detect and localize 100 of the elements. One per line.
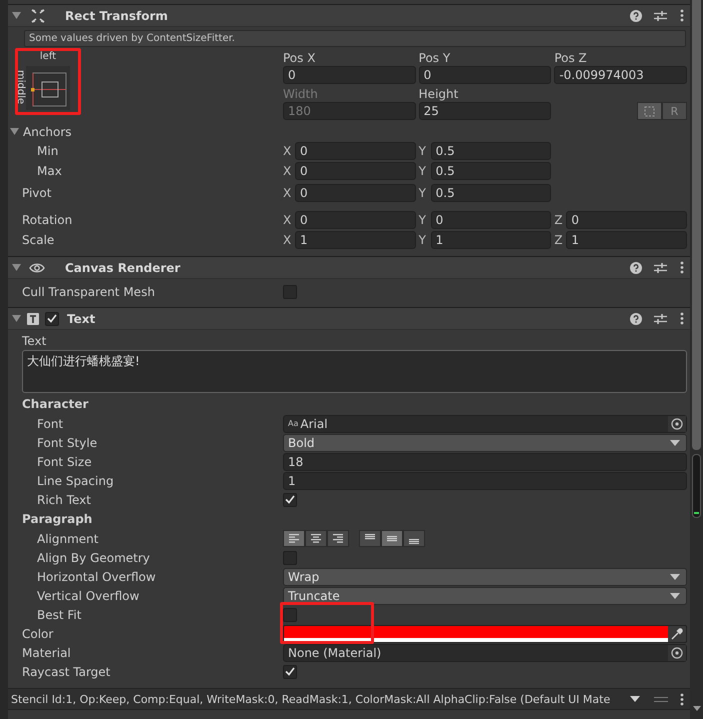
align-horizontal-button[interactable] — [305, 530, 327, 547]
property-label: Material — [21, 646, 72, 660]
checkbox[interactable] — [283, 550, 297, 564]
dropdown[interactable]: Wrap — [283, 568, 687, 586]
number-field[interactable]: 0 — [295, 184, 416, 202]
drag-handle-icon[interactable] — [654, 696, 668, 702]
expanded-arrow-icon[interactable] — [12, 314, 21, 322]
object-picker-button[interactable] — [668, 644, 686, 660]
property-label: Scale — [21, 233, 56, 247]
align-lines-icon — [310, 533, 322, 544]
align-horizontal-button[interactable] — [327, 530, 349, 547]
align-lines-icon — [332, 533, 344, 544]
number-field[interactable]: 0 — [295, 162, 416, 180]
property-label: Raycast Target — [21, 664, 112, 678]
axis-label: X — [283, 213, 292, 227]
number-field[interactable]: -0.009974003 — [554, 66, 687, 84]
expanded-arrow-icon[interactable] — [12, 264, 21, 272]
checkmark-icon — [285, 495, 295, 504]
expanded-arrow-icon[interactable] — [12, 12, 21, 20]
number-field[interactable]: 0 — [295, 142, 416, 160]
number-field[interactable]: 25 — [418, 102, 552, 120]
dropdown-caret-icon — [670, 440, 680, 446]
align-lines-icon — [386, 533, 398, 544]
dropdown-caret-icon[interactable] — [630, 696, 640, 702]
number-field[interactable]: 0.5 — [430, 142, 552, 160]
sliders-icon[interactable] — [654, 262, 667, 274]
axis-label: X — [283, 233, 292, 247]
checkbox[interactable] — [283, 664, 297, 678]
annotation-frame — [15, 48, 81, 115]
checkbox[interactable] — [283, 284, 297, 298]
dropdown[interactable]: Truncate — [283, 586, 687, 604]
number-field[interactable]: 1 — [295, 231, 416, 249]
help-icon[interactable] — [630, 312, 642, 324]
field-label: Height — [418, 86, 460, 102]
number-field[interactable]: 0 — [418, 66, 552, 84]
font-asset-icon: Aa — [288, 416, 298, 432]
checkbox[interactable] — [283, 492, 297, 506]
property-label: Horizontal Overflow — [36, 570, 157, 584]
field-label: Width — [283, 86, 319, 102]
field-label: Pos Y — [418, 50, 452, 66]
number-field[interactable]: 0.5 — [430, 162, 552, 180]
number-field: 180 — [283, 102, 416, 120]
enabled-checkbox[interactable] — [45, 312, 59, 326]
scrollbar-thumb[interactable] — [692, 0, 701, 450]
sliders-icon[interactable] — [654, 10, 667, 22]
property-label: Vertical Overflow — [36, 588, 140, 602]
number-field[interactable]: 1 — [566, 231, 688, 249]
kebab-menu-icon[interactable] — [680, 692, 684, 706]
help-icon[interactable] — [630, 262, 642, 274]
align-vertical-button[interactable] — [403, 530, 425, 547]
number-field[interactable]: 0 — [566, 211, 688, 229]
property-label: Max — [36, 164, 63, 178]
property-label: Font Style — [36, 436, 98, 450]
number-field[interactable]: 0 — [430, 211, 552, 229]
text-area[interactable]: 大仙们进行蟠桃盛宴! — [22, 350, 687, 393]
number-field[interactable]: 0 — [295, 211, 416, 229]
dotted-square-icon — [644, 106, 655, 116]
axis-label: Y — [418, 186, 428, 200]
property-label: Color — [21, 626, 54, 640]
anchor-horizontal-label: left — [40, 50, 56, 62]
checkmark-icon — [47, 314, 57, 323]
number-field[interactable]: 1 — [283, 472, 687, 490]
number-field[interactable]: 0.5 — [430, 184, 552, 202]
axis-label: Y — [418, 164, 428, 178]
axis-label: X — [283, 144, 292, 158]
property-label: Rotation — [21, 213, 74, 227]
blueprint-mode-button[interactable] — [637, 102, 662, 120]
number-field[interactable]: 18 — [283, 452, 687, 470]
component-title: Text — [67, 312, 96, 326]
audio-meter-icon — [692, 454, 701, 518]
align-vertical-button[interactable] — [381, 530, 403, 547]
kebab-menu-icon[interactable] — [680, 312, 684, 325]
section-heading: Paragraph — [21, 512, 94, 526]
property-label: Font Size — [36, 454, 93, 468]
foldout-label[interactable]: Anchors — [8, 124, 283, 138]
checkbox[interactable] — [283, 608, 297, 622]
property-label: Alignment — [36, 532, 100, 546]
color-field[interactable] — [283, 624, 687, 642]
eye-icon — [29, 262, 45, 274]
kebab-menu-icon[interactable] — [680, 261, 684, 274]
scroll-down-arrow-icon[interactable] — [692, 706, 700, 711]
property-label: Pivot — [21, 186, 52, 200]
property-label: Best Fit — [36, 608, 82, 622]
align-horizontal-button[interactable] — [283, 530, 305, 547]
object-picker-button[interactable] — [668, 416, 686, 432]
dropdown[interactable]: Bold — [283, 434, 687, 452]
field-label: Pos Z — [554, 50, 588, 66]
material-status-text: Stencil Id:1, Op:Keep, Comp:Equal, WriteMask:0, ReadMask:1, ColorMask:All AlphaClip:False (Default UI Mate — [11, 692, 612, 706]
object-field[interactable]: None (Material) — [283, 644, 687, 662]
number-field[interactable]: 1 — [430, 231, 552, 249]
anchor-preset-button[interactable] — [26, 66, 70, 110]
expanded-arrow-icon[interactable] — [10, 128, 19, 136]
sliders-icon[interactable] — [654, 312, 667, 324]
property-label: Min — [36, 144, 60, 158]
kebab-menu-icon[interactable] — [680, 9, 684, 22]
align-vertical-button[interactable] — [359, 530, 381, 547]
anchor-vertical-label: middle — [15, 70, 25, 104]
help-icon[interactable] — [630, 10, 642, 22]
number-field[interactable]: 0 — [283, 66, 416, 84]
axis-label: Y — [418, 233, 428, 247]
